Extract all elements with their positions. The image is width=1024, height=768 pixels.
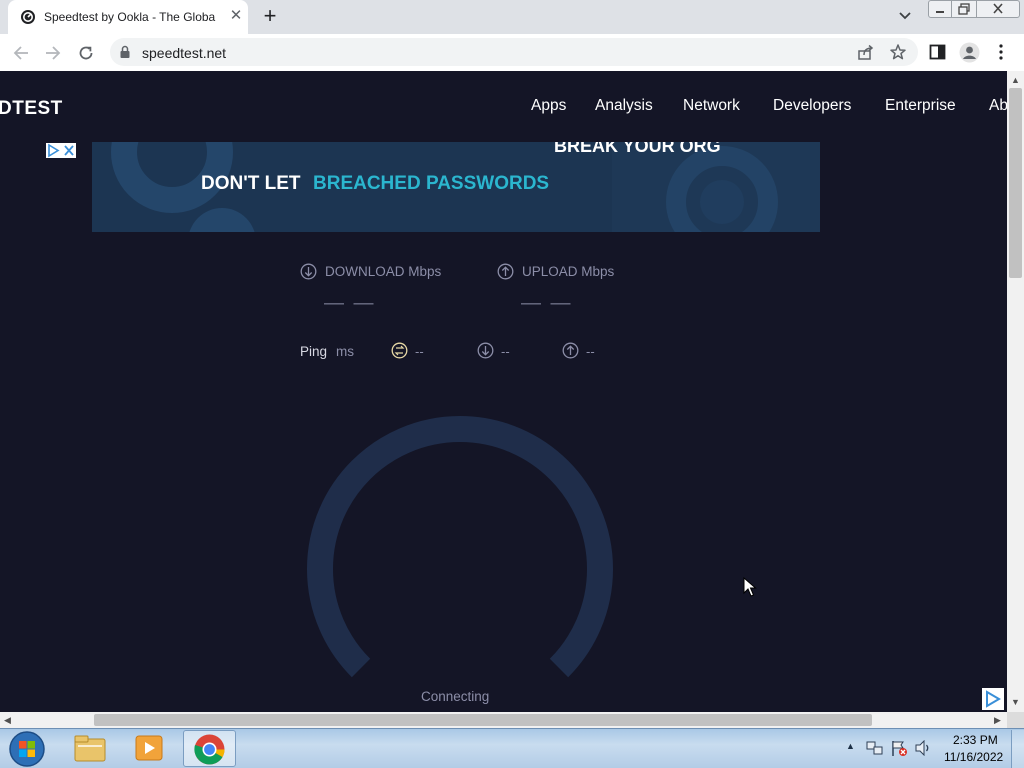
nav-apps[interactable]: Apps: [531, 97, 566, 115]
ping-upload-value: --: [586, 344, 595, 359]
adchoices-icon[interactable]: [46, 143, 76, 158]
window-close-button[interactable]: [976, 0, 1020, 18]
taskbar-chrome-button[interactable]: [183, 730, 236, 767]
browser-tab[interactable]: Speedtest by Ookla - The Global ✕: [8, 0, 248, 34]
upload-latency-icon: [562, 342, 579, 359]
ad-headline-accent: BREACHED PASSWORDS: [313, 173, 550, 194]
show-desktop-button[interactable]: [1011, 730, 1024, 768]
mouse-cursor-icon: [743, 577, 757, 597]
ad-headline-top: BREAK YOUR ORG: [554, 142, 721, 156]
scroll-left-arrow-icon[interactable]: ◀: [4, 715, 11, 725]
ping-unit: ms: [336, 344, 354, 359]
clock-time[interactable]: 2:33 PM: [953, 733, 998, 747]
forward-arrow-icon[interactable]: [44, 44, 62, 62]
download-label: DOWNLOAD Mbps: [325, 264, 442, 279]
speedtest-favicon-icon: [21, 10, 35, 24]
volume-tray-icon[interactable]: [914, 740, 932, 756]
ad-headline-white: DON'T LET: [201, 173, 301, 194]
tab-title: Speedtest by Ookla - The Global: [44, 10, 216, 24]
back-arrow-icon[interactable]: [12, 44, 30, 62]
media-player-icon[interactable]: [133, 733, 165, 763]
window-minimize-button[interactable]: [928, 0, 952, 18]
chrome-menu-icon[interactable]: [996, 43, 1006, 61]
file-explorer-icon[interactable]: [73, 733, 107, 763]
ad-banner[interactable]: DON'T LET BREACHED PASSWORDS BREAK YOUR …: [92, 142, 820, 232]
speed-gauge: [307, 416, 613, 678]
action-center-flag-icon[interactable]: [890, 739, 908, 757]
tab-close-icon[interactable]: ✕: [228, 8, 244, 24]
tray-expand-arrow-icon[interactable]: ▲: [846, 741, 855, 751]
bookmark-star-icon[interactable]: [889, 43, 907, 61]
nav-analysis[interactable]: Analysis: [595, 97, 653, 115]
restore-icon: [958, 3, 970, 15]
window-restore-button[interactable]: [951, 0, 977, 18]
connection-status: Connecting: [421, 689, 490, 704]
nav-about[interactable]: Ab: [989, 97, 1007, 115]
ping-download-value: --: [501, 344, 510, 359]
horizontal-scroll-thumb[interactable]: [94, 714, 872, 726]
nav-network[interactable]: Network: [683, 97, 740, 115]
share-icon[interactable]: [857, 44, 874, 61]
new-tab-button[interactable]: +: [261, 5, 279, 27]
download-value: — —: [324, 292, 376, 314]
scrollbar-corner: [1007, 712, 1024, 728]
upload-label: UPLOAD Mbps: [522, 264, 615, 279]
idle-latency-icon: [391, 342, 408, 359]
network-tray-icon[interactable]: [866, 740, 884, 756]
upload-arrow-icon: [497, 263, 514, 280]
adchoices-corner-icon[interactable]: [982, 688, 1004, 710]
download-arrow-icon: [300, 263, 317, 280]
scroll-down-arrow-icon[interactable]: ▼: [1011, 697, 1020, 707]
url-text[interactable]: speedtest.net: [142, 45, 226, 61]
nav-developers[interactable]: Developers: [773, 97, 851, 115]
profile-avatar-icon[interactable]: [959, 42, 980, 63]
tab-search-chevron-icon[interactable]: [897, 8, 913, 24]
ping-label: Ping: [300, 344, 328, 359]
scroll-up-arrow-icon[interactable]: ▲: [1011, 75, 1020, 85]
ping-idle-value: --: [415, 344, 424, 359]
nav-enterprise[interactable]: Enterprise: [885, 97, 956, 115]
scroll-right-arrow-icon[interactable]: ▶: [994, 715, 1001, 725]
chrome-icon: [194, 734, 225, 765]
minimize-icon: [936, 11, 944, 13]
address-bar[interactable]: [110, 38, 918, 66]
windows-start-icon[interactable]: [8, 730, 46, 768]
close-x-icon: [993, 3, 1003, 14]
clock-date[interactable]: 11/16/2022: [944, 750, 1003, 764]
reload-icon[interactable]: [77, 44, 95, 62]
lock-icon[interactable]: [119, 45, 131, 59]
download-latency-icon: [477, 342, 494, 359]
upload-value: — —: [521, 292, 573, 314]
side-panel-icon[interactable]: [929, 44, 946, 60]
vertical-scroll-thumb[interactable]: [1009, 88, 1022, 278]
speedtest-logo[interactable]: DTEST: [0, 98, 63, 120]
